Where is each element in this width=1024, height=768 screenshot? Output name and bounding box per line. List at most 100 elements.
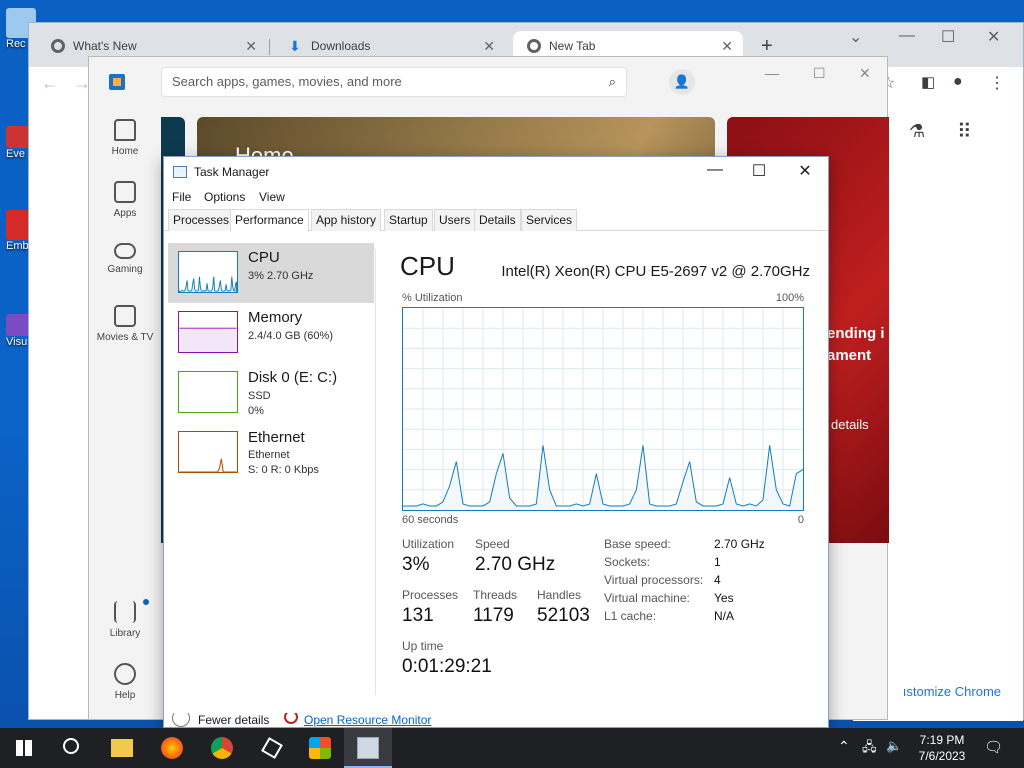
minimize-icon[interactable]: — — [765, 65, 779, 81]
movie-icon — [114, 305, 136, 327]
close-icon[interactable]: ✕ — [987, 27, 1000, 47]
taskbar-file-explorer[interactable] — [98, 728, 146, 768]
nav-apps[interactable]: Apps — [89, 181, 161, 219]
chrome-icon — [211, 737, 233, 759]
download-icon: ⬇ — [289, 38, 301, 54]
perf-item-cpu[interactable]: CPU 3% 2.70 GHz — [168, 243, 374, 303]
perf-item-ethernet[interactable]: Ethernet Ethernet S: 0 R: 0 Kbps — [168, 429, 374, 489]
tm-title: Task Manager — [194, 165, 270, 179]
taskbar-chrome[interactable] — [198, 728, 246, 768]
detail-title: CPU — [400, 251, 455, 281]
start-button[interactable] — [0, 728, 48, 768]
store-search-input[interactable]: Search apps, games, movies, and more ⌕ — [161, 67, 627, 97]
minimize-icon[interactable]: — — [899, 27, 915, 45]
taskbar-firefox[interactable] — [148, 728, 196, 768]
taskbar: ⌃ 🖧 🔈 7:19 PM 7/6/2023 🗨 — [0, 728, 1024, 768]
gamepad-icon — [114, 243, 136, 259]
nav-movies[interactable]: Movies & TV — [89, 305, 161, 343]
x-axis-label: 60 seconds — [402, 514, 459, 526]
clock[interactable]: 7:19 PM 7/6/2023 — [908, 732, 976, 764]
help-icon — [114, 663, 136, 685]
nav-gaming[interactable]: Gaming — [89, 243, 161, 275]
task-manager-icon — [173, 166, 187, 178]
taskbar-task-manager[interactable] — [344, 728, 392, 768]
tab-performance[interactable]: Performance — [230, 209, 309, 232]
taskbar-3d-viewer[interactable] — [248, 728, 296, 768]
library-badge — [143, 599, 149, 605]
disk-thumbnail — [178, 371, 238, 413]
search-button[interactable] — [48, 728, 96, 768]
tab-startup[interactable]: Startup — [384, 209, 433, 231]
volume-icon[interactable]: 🔈 — [886, 738, 902, 754]
chevron-up-icon[interactable] — [172, 713, 190, 727]
perf-sidebar: CPU 3% 2.70 GHz Memory 2.4/4.0 GB (60%) … — [168, 243, 374, 489]
side-panel-icon[interactable]: ◧ — [921, 73, 935, 91]
speed-label: Speed — [475, 537, 510, 551]
virtual-machine-label: Virtual machine: — [604, 591, 690, 605]
processes-value: 131 — [402, 605, 434, 626]
open-resource-monitor-link[interactable]: Open Resource Monitor — [304, 713, 431, 727]
sockets-label: Sockets: — [604, 555, 651, 569]
perf-item-disk[interactable]: Disk 0 (E: C:) SSD 0% — [168, 363, 374, 423]
tab-search-icon[interactable]: ⌄ — [849, 27, 862, 47]
menu-file[interactable]: File — [172, 190, 191, 204]
maximize-icon[interactable]: ☐ — [941, 27, 955, 47]
virtual-processors-label: Virtual processors: — [604, 573, 704, 587]
back-icon[interactable]: ← — [41, 73, 59, 94]
tab-processes[interactable]: Processes — [168, 209, 235, 231]
perf-item-memory[interactable]: Memory 2.4/4.0 GB (60%) — [168, 303, 374, 363]
threads-label: Threads — [473, 588, 518, 602]
new-tab-button[interactable]: + — [761, 35, 773, 58]
customize-chrome-link[interactable]: ıstomize Chrome — [903, 684, 1001, 699]
profile-icon[interactable]: ● — [953, 73, 963, 91]
taskbar-store[interactable] — [296, 728, 344, 768]
nav-home[interactable]: Home — [89, 119, 161, 157]
tray-chevron-icon[interactable]: ⌃ — [838, 738, 850, 755]
tab-details[interactable]: Details — [474, 209, 521, 231]
hero-right-details[interactable]: details — [831, 417, 869, 432]
utilization-value: 3% — [402, 554, 430, 575]
start-icon — [16, 740, 32, 756]
virtual-machine-value: Yes — [714, 591, 734, 605]
firefox-icon — [161, 737, 183, 759]
hero-right-text: ending i ament — [827, 325, 885, 364]
library-icon — [114, 601, 136, 623]
l1-cache-value: N/A — [714, 609, 735, 623]
tab-separator — [269, 39, 270, 55]
tab-services[interactable]: Services — [521, 209, 578, 231]
menu-options[interactable]: Options — [204, 190, 245, 204]
store-titlebar: Search apps, games, movies, and more ⌕ 👤… — [89, 57, 887, 107]
menu-view[interactable]: View — [259, 190, 285, 204]
nav-help[interactable]: Help — [89, 663, 161, 701]
menu-kebab-icon[interactable]: ⋮ — [989, 73, 1005, 93]
base-speed-value: 2.70 GHz — [714, 537, 765, 551]
apps-icon — [114, 181, 136, 203]
tab-app-history[interactable]: App history — [311, 209, 382, 231]
tm-titlebar: Task Manager — ☐ ✕ — [164, 157, 828, 187]
notification-icon[interactable]: 🗨 — [984, 738, 1003, 756]
x-axis-min: 0 — [797, 514, 804, 526]
search-icon[interactable]: ⌕ — [609, 68, 616, 96]
network-icon[interactable]: 🖧 — [862, 738, 877, 760]
y-axis-label: % Utilization — [402, 292, 463, 304]
maximize-icon[interactable]: ☐ — [736, 161, 782, 181]
minimize-icon[interactable]: — — [692, 161, 738, 179]
labs-icon[interactable]: ⚗ — [909, 121, 925, 142]
l1-cache-label: L1 cache: — [604, 609, 657, 623]
virtual-processors-value: 4 — [714, 573, 721, 587]
uptime-label: Up time — [402, 639, 444, 653]
store-icon — [309, 737, 331, 759]
maximize-icon[interactable]: ☐ — [813, 65, 826, 82]
tab-users[interactable]: Users — [434, 209, 476, 231]
account-icon[interactable]: 👤 — [669, 69, 695, 95]
uptime-value: 0:01:29:21 — [402, 656, 492, 677]
cpu-utilization-graph — [402, 307, 804, 511]
tm-tabs: Processes Performance App history Startu… — [164, 209, 828, 232]
task-manager-icon — [357, 737, 379, 759]
close-icon[interactable]: ✕ — [859, 65, 871, 82]
close-icon[interactable]: ✕ — [782, 161, 828, 181]
apps-grid-icon[interactable]: ⠿ — [957, 119, 972, 144]
nav-library[interactable]: Library — [89, 601, 161, 639]
fewer-details-link[interactable]: Fewer details — [198, 713, 269, 727]
tm-menubar: File Options View — [164, 187, 828, 209]
